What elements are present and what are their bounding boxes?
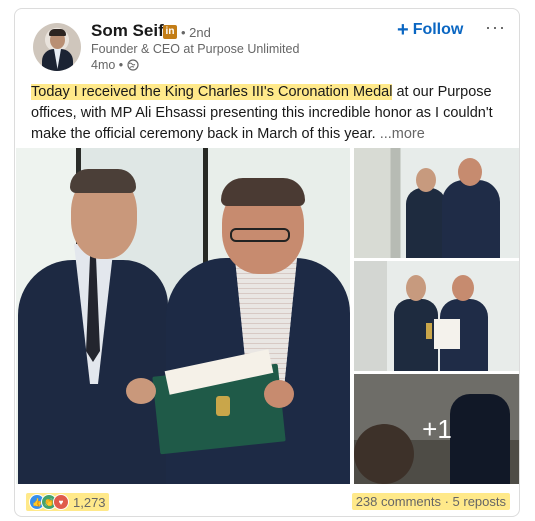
photo-thumbnail-more[interactable]: +1 (354, 374, 519, 484)
photo-thumbnail[interactable] (354, 148, 519, 258)
reactions-summary[interactable]: 👍 👏 ♥ 1,273 (26, 493, 109, 511)
photo-thumbnail[interactable] (354, 261, 519, 371)
globe-icon (127, 59, 139, 71)
love-icon: ♥ (53, 494, 69, 510)
post-media: +1 (16, 148, 519, 484)
post-text: Today I received the King Charles III's … (31, 82, 509, 145)
connection-degree: • 2nd (181, 25, 211, 40)
post-card: Som Seif in • 2nd Founder & CEO at Purpo… (14, 8, 520, 517)
post-meta: 4mo • (91, 58, 139, 72)
author-headline: Founder & CEO at Purpose Unlimited (91, 42, 300, 56)
post-highlight-text: Today I received the King Charles III's … (31, 84, 393, 100)
follow-button[interactable]: + Follow (397, 19, 463, 41)
plus-icon: + (397, 19, 409, 41)
premium-badge-icon: in (163, 25, 177, 39)
reaction-count: 1,273 (73, 494, 106, 510)
post-time: 4mo • (91, 58, 124, 72)
more-photos-count: +1 (354, 374, 519, 484)
more-options-button[interactable]: ··· (485, 17, 506, 38)
social-counts: 👍 👏 ♥ 1,273 238 comments · 5 reposts (23, 493, 513, 515)
comments-reposts-count[interactable]: 238 comments · 5 reposts (351, 493, 510, 510)
author-name[interactable]: Som Seif (91, 21, 164, 41)
author-avatar[interactable] (33, 23, 81, 71)
see-more-link[interactable]: ...more (380, 126, 425, 142)
follow-label: Follow (412, 21, 464, 38)
main-photo[interactable] (16, 148, 350, 484)
